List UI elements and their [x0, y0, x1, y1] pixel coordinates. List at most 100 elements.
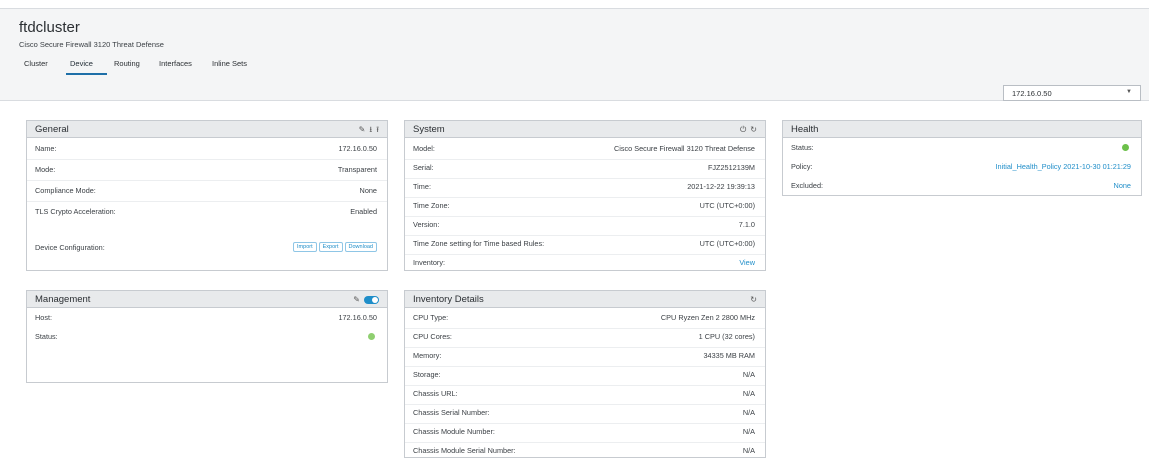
- system-row-inventory: Inventory: View: [405, 253, 765, 273]
- tab-device[interactable]: Device: [70, 59, 93, 68]
- row-value: FJZ2512139M: [707, 163, 755, 172]
- row-label: Version:: [413, 220, 440, 229]
- row-value: N/A: [742, 389, 755, 398]
- download-button[interactable]: Download: [344, 242, 377, 252]
- tab-routing[interactable]: Routing: [114, 59, 140, 68]
- row-value: UTC (UTC+0:00): [699, 239, 755, 248]
- inventory-row-chassis-url: Chassis URL: N/A: [405, 384, 765, 405]
- refresh-icon[interactable]: ↻: [750, 295, 757, 305]
- tab-interfaces[interactable]: Interfaces: [159, 59, 192, 68]
- health-policy-link[interactable]: Initial_Health_Policy 2021-10-30 01:21:2…: [996, 162, 1132, 171]
- row-value: Transparent: [337, 165, 377, 174]
- edit-icon[interactable]: ✎: [353, 295, 360, 305]
- inventory-row-cpu-cores: CPU Cores: 1 CPU (32 cores): [405, 327, 765, 348]
- tab-inline-sets[interactable]: Inline Sets: [212, 59, 247, 68]
- management-row-status: Status:: [27, 327, 387, 347]
- health-row-policy: Policy: Initial_Health_Policy 2021-10-30…: [783, 157, 1141, 177]
- edit-icon[interactable]: ✎: [359, 125, 366, 135]
- device-config-buttons: Import Export Download: [291, 241, 377, 252]
- row-value: 7.1.0: [738, 220, 755, 229]
- refresh-icon[interactable]: ↻: [750, 125, 757, 135]
- row-label: Name:: [35, 144, 57, 153]
- general-panel: General ✎ ⭳ ⭱ Name: 172.16.0.50 Mode: Tr…: [26, 120, 388, 271]
- general-row-tls: TLS Crypto Acceleration: Enabled: [27, 202, 387, 222]
- row-label: Compliance Mode:: [35, 186, 96, 195]
- row-label: CPU Type:: [413, 313, 449, 322]
- status-ok-icon: [1122, 144, 1129, 153]
- system-row-timezone: Time Zone: UTC (UTC+0:00): [405, 196, 765, 217]
- chevron-down-icon: ▼: [1126, 89, 1132, 95]
- device-model-subtitle: Cisco Secure Firewall 3120 Threat Defens…: [19, 40, 164, 49]
- row-label: Device Configuration:: [35, 243, 105, 252]
- row-value: 172.16.0.50: [338, 144, 377, 153]
- row-label: Storage:: [413, 370, 441, 379]
- row-value: 1 CPU (32 cores): [698, 332, 755, 341]
- row-value: Cisco Secure Firewall 3120 Threat Defens…: [613, 144, 755, 153]
- row-value: N/A: [742, 446, 755, 455]
- row-label: Chassis Module Number:: [413, 427, 495, 436]
- active-tab-underline: [66, 73, 107, 75]
- row-label: Mode:: [35, 165, 56, 174]
- system-row-version: Version: 7.1.0: [405, 215, 765, 236]
- tab-cluster[interactable]: Cluster: [24, 59, 48, 68]
- inventory-view-link[interactable]: View: [739, 258, 755, 267]
- row-value: None: [359, 186, 377, 195]
- management-panel-actions: ✎: [353, 294, 379, 305]
- health-excluded-link[interactable]: None: [1114, 181, 1131, 190]
- inventory-row-chassis-serial: Chassis Serial Number: N/A: [405, 403, 765, 424]
- system-panel: System ⏻ ↻ Model: Cisco Secure Firewall …: [404, 120, 766, 271]
- health-row-excluded: Excluded: None: [783, 176, 1141, 196]
- export-button[interactable]: Export: [318, 242, 343, 252]
- system-panel-title: System: [413, 124, 445, 135]
- row-label: Excluded:: [791, 181, 824, 190]
- inventory-row-memory: Memory: 34335 MB RAM: [405, 346, 765, 367]
- inventory-row-chassis-module: Chassis Module Number: N/A: [405, 422, 765, 443]
- general-panel-actions: ✎ ⭳ ⭱: [359, 124, 379, 135]
- row-value: 2021-12-22 19:39:13: [687, 182, 755, 191]
- inventory-panel-header: Inventory Details ↻: [405, 291, 765, 308]
- row-label: Host:: [35, 313, 53, 322]
- management-panel: Management ✎ Host: 172.16.0.50 Status:: [26, 290, 388, 383]
- row-label: Chassis Module Serial Number:: [413, 446, 516, 455]
- inventory-panel: Inventory Details ↻ CPU Type: CPU Ryzen …: [404, 290, 766, 458]
- system-row-time: Time: 2021-12-22 19:39:13: [405, 177, 765, 198]
- management-row-host: Host: 172.16.0.50: [27, 308, 387, 328]
- upload-icon[interactable]: ⭳: [369, 125, 372, 135]
- row-value: 34335 MB RAM: [703, 351, 755, 360]
- status-ok-icon: [368, 333, 375, 342]
- general-row-compliance: Compliance Mode: None: [27, 181, 387, 202]
- system-row-tz-rules: Time Zone setting for Time based Rules: …: [405, 234, 765, 255]
- inventory-panel-actions: ↻: [750, 294, 757, 305]
- general-row-name: Name: 172.16.0.50: [27, 139, 387, 160]
- row-label: Model:: [413, 144, 435, 153]
- row-label: Chassis URL:: [413, 389, 458, 398]
- row-label: Serial:: [413, 163, 434, 172]
- inventory-row-cpu-type: CPU Type: CPU Ryzen Zen 2 2800 MHz: [405, 308, 765, 329]
- general-panel-header: General ✎ ⭳ ⭱: [27, 121, 387, 138]
- power-icon[interactable]: ⏻: [740, 125, 746, 135]
- row-label: Memory:: [413, 351, 442, 360]
- cluster-node-select[interactable]: 172.16.0.50 ▼: [1003, 85, 1141, 101]
- row-value: CPU Ryzen Zen 2 2800 MHz: [660, 313, 755, 322]
- system-row-serial: Serial: FJZ2512139M: [405, 158, 765, 179]
- inventory-panel-title: Inventory Details: [413, 294, 484, 305]
- header-divider: [0, 100, 1149, 101]
- row-value: N/A: [742, 370, 755, 379]
- import-button[interactable]: Import: [293, 242, 317, 252]
- download-icon[interactable]: ⭱: [376, 125, 379, 135]
- cluster-node-select-value: 172.16.0.50: [1012, 89, 1052, 98]
- inventory-row-chassis-module-serial: Chassis Module Serial Number: N/A: [405, 441, 765, 461]
- row-value: Enabled: [350, 207, 377, 216]
- row-value: N/A: [742, 408, 755, 417]
- page-header: ftdcluster Cisco Secure Firewall 3120 Th…: [0, 9, 1149, 100]
- system-panel-header: System ⏻ ↻: [405, 121, 765, 138]
- management-toggle[interactable]: [364, 295, 379, 304]
- row-label: Time Zone setting for Time based Rules:: [413, 239, 545, 248]
- general-row-mode: Mode: Transparent: [27, 160, 387, 181]
- management-panel-title: Management: [35, 294, 91, 305]
- row-label: Time Zone:: [413, 201, 450, 210]
- row-label: Time:: [413, 182, 431, 191]
- system-panel-actions: ⏻ ↻: [740, 124, 757, 135]
- health-row-status: Status:: [783, 138, 1141, 158]
- general-row-device-config: Device Configuration: Import Export Downlo…: [27, 238, 387, 258]
